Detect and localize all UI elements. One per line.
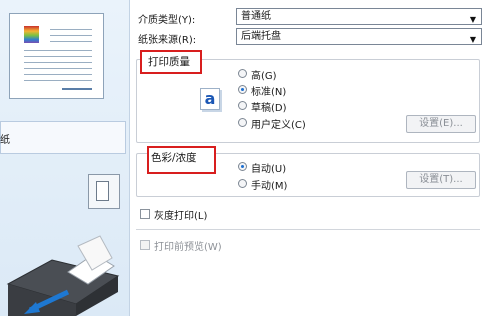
quality-standard-label[interactable]: 标准(N): [251, 83, 286, 98]
paper-source-preview: [0, 121, 126, 154]
page-text-line: [24, 74, 92, 75]
grayscale-label[interactable]: 灰度打印(L): [154, 207, 207, 222]
color-settings-button[interactable]: 设置(T)...: [406, 171, 476, 189]
media-type-value: 普通纸: [241, 11, 271, 22]
preview-label[interactable]: 打印前预览(W): [154, 238, 222, 253]
quality-settings-button[interactable]: 设置(E)...: [406, 115, 476, 133]
page-text-line: [50, 29, 92, 30]
color-manual-radio[interactable]: [238, 179, 247, 188]
page-footer-line: [62, 88, 92, 90]
color-manual-label[interactable]: 手动(M): [251, 177, 287, 192]
quality-high-label[interactable]: 高(G): [251, 67, 277, 82]
quality-preview-icon: a: [200, 88, 220, 110]
page-text-line: [24, 50, 92, 51]
color-auto-radio[interactable]: [238, 162, 247, 171]
paper-sheet-icon: [96, 181, 109, 201]
section-divider: [136, 229, 480, 230]
paper-source-preview-text: 纸: [0, 135, 10, 146]
page-color-strip: [24, 26, 39, 43]
grayscale-checkbox[interactable]: [140, 209, 150, 219]
quality-draft-label[interactable]: 草稿(D): [251, 99, 287, 114]
print-quality-title: 打印质量: [140, 50, 202, 74]
quality-standard-radio[interactable]: [238, 85, 247, 94]
quality-custom-label[interactable]: 用户定义(C): [251, 116, 306, 131]
paper-source-label: 纸张来源(R):: [138, 35, 197, 46]
page-text-line: [50, 41, 92, 42]
page-text-line: [24, 68, 92, 69]
page-text-line: [24, 62, 92, 63]
color-intensity-title: 色彩/浓度: [147, 146, 216, 174]
media-type-label: 介质类型(Y):: [138, 15, 196, 26]
page-text-line: [24, 80, 92, 81]
quality-custom-radio[interactable]: [238, 118, 247, 127]
media-type-dropdown[interactable]: 普通纸 ▼: [236, 8, 482, 25]
printer-icon: [6, 235, 120, 316]
chevron-down-icon: ▼: [469, 15, 476, 24]
quality-high-radio[interactable]: [238, 69, 247, 78]
page-preview: [9, 13, 104, 99]
quality-draft-radio[interactable]: [238, 101, 247, 110]
preview-checkbox[interactable]: [140, 240, 150, 250]
paper-source-value: 后端托盘: [241, 31, 281, 42]
color-auto-label[interactable]: 自动(U): [251, 160, 286, 175]
page-text-line: [50, 35, 92, 36]
page-text-line: [24, 56, 92, 57]
paper-source-dropdown[interactable]: 后端托盘 ▼: [236, 28, 482, 45]
chevron-down-icon: ▼: [469, 35, 476, 44]
